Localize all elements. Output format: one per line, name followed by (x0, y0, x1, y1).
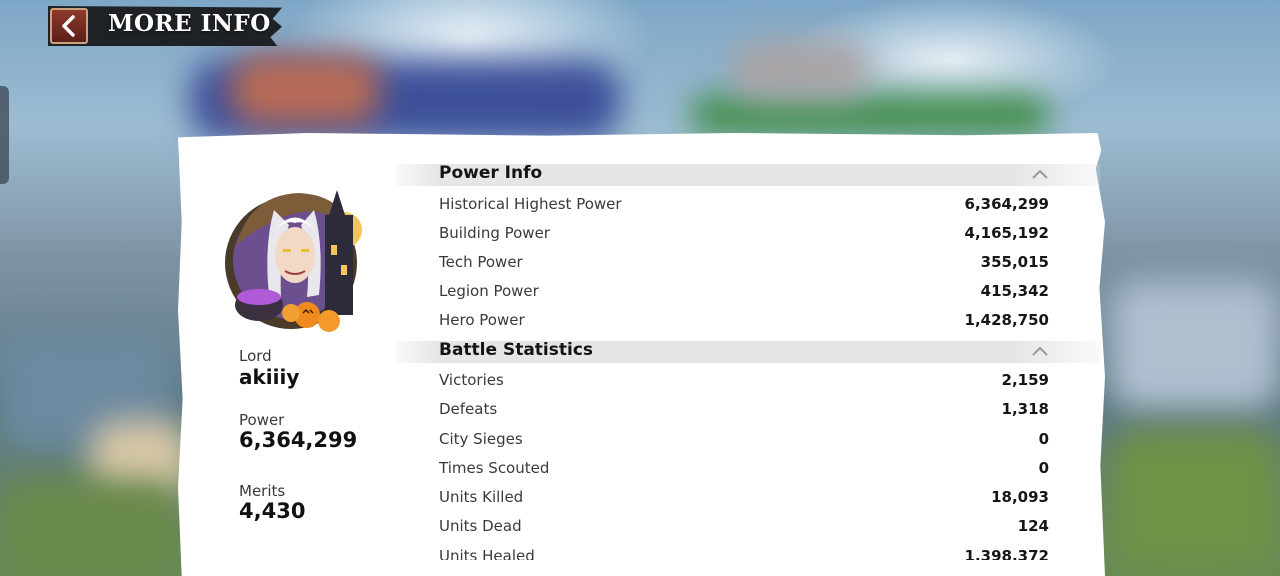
table-row: Tech Power 355,015 (439, 253, 1049, 275)
row-label: City Sieges (439, 430, 523, 448)
table-row: Units Healed 1,398,372 (439, 547, 1049, 560)
table-row: Units Killed 18,093 (439, 488, 1049, 510)
table-row: Units Dead 124 (439, 517, 1049, 539)
row-label: Defeats (439, 400, 498, 418)
power-value: 6,364,299 (239, 428, 358, 452)
table-row: Legion Power 415,342 (439, 282, 1049, 304)
chevron-up-icon[interactable] (1031, 345, 1049, 357)
section-title: Power Info (439, 163, 543, 183)
merits-value: 4,430 (239, 499, 306, 523)
row-value: 124 (1017, 517, 1049, 535)
row-label: Units Killed (439, 488, 524, 506)
row-label: Tech Power (439, 253, 523, 271)
table-row: Hero Power 1,428,750 (439, 311, 1049, 333)
chevron-left-icon (62, 15, 75, 37)
row-value: 415,342 (980, 282, 1049, 300)
table-row: Victories 2,159 (439, 371, 1049, 393)
section-header-battle-statistics[interactable]: Battle Statistics (395, 340, 1100, 363)
table-row: Building Power 4,165,192 (439, 224, 1049, 246)
power-label: Power (239, 411, 285, 429)
section-title: Battle Statistics (439, 340, 594, 360)
row-value: 1,428,750 (964, 311, 1049, 329)
row-label: Building Power (439, 224, 550, 242)
chevron-up-icon[interactable] (1031, 168, 1049, 180)
side-drawer-handle[interactable] (0, 86, 9, 184)
table-row: Historical Highest Power 6,364,299 (439, 195, 1049, 217)
row-value: 18,093 (991, 488, 1049, 506)
row-label: Historical Highest Power (439, 195, 622, 213)
row-label: Units Healed (439, 547, 535, 560)
row-value: 1,318 (1001, 400, 1049, 418)
row-value: 6,364,299 (964, 195, 1049, 213)
row-label: Victories (439, 371, 504, 389)
row-value: 2,159 (1001, 371, 1049, 389)
lord-name: akiiiy (239, 365, 300, 389)
lord-label: Lord (239, 347, 272, 365)
section-header-power-info[interactable]: Power Info (395, 163, 1100, 186)
merits-label: Merits (239, 482, 286, 500)
back-button[interactable] (50, 8, 88, 44)
table-row: Defeats 1,318 (439, 400, 1049, 422)
row-label: Times Scouted (439, 459, 550, 477)
table-row: City Sieges 0 (439, 430, 1049, 452)
row-value: 0 (1038, 430, 1049, 448)
row-value: 355,015 (980, 253, 1049, 271)
page-title: MORE INFO (108, 10, 271, 37)
row-value: 0 (1038, 459, 1049, 477)
table-row: Times Scouted 0 (439, 459, 1049, 481)
row-value: 1,398,372 (964, 547, 1049, 560)
lord-avatar (225, 190, 362, 332)
row-value: 4,165,192 (964, 224, 1049, 242)
row-label: Legion Power (439, 282, 539, 300)
row-label: Units Dead (439, 517, 522, 535)
row-label: Hero Power (439, 311, 525, 329)
